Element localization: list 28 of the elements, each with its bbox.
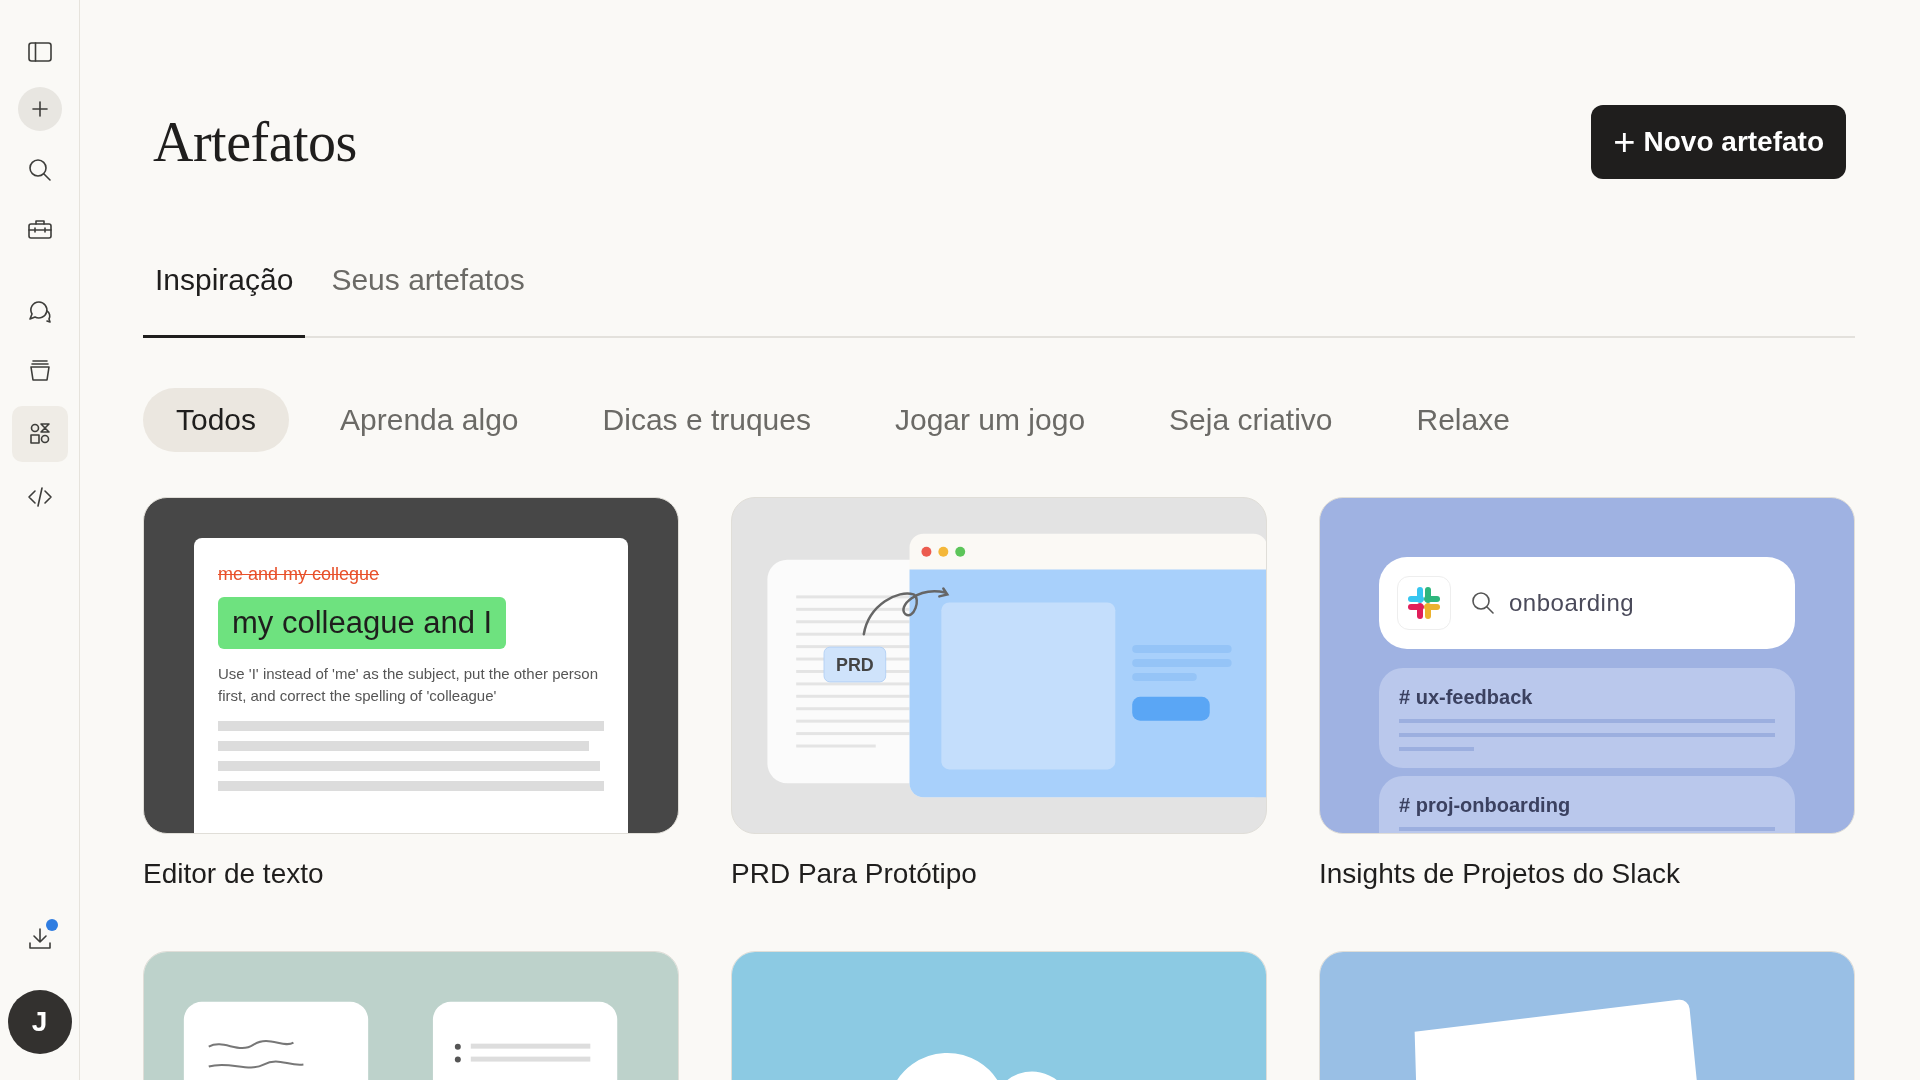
card-title: PRD Para Protótipo xyxy=(731,857,978,891)
channel-name: # proj-onboarding xyxy=(1399,794,1571,817)
filter-chip[interactable]: Jogar um jogo xyxy=(862,388,1119,452)
filter-chip[interactable]: Seja criativo xyxy=(1136,388,1366,452)
artifact-card[interactable]: PRD xyxy=(731,497,1267,834)
search-icon xyxy=(1469,589,1497,617)
channel-name: # ux-feedback xyxy=(1399,686,1533,709)
prd-label: PRD xyxy=(836,654,874,675)
card-title: Editor de texto xyxy=(143,857,325,891)
page-title: Artefatos xyxy=(153,110,357,174)
avatar[interactable]: J xyxy=(7,990,72,1054)
app-logo-icon xyxy=(1397,576,1451,630)
explanation-text: Use 'I' instead of 'me' as the subject, put the other person first, and correct the spelling of 'colleague' xyxy=(218,664,599,706)
card-title: Insights de Projetos do Slack xyxy=(1319,857,1682,891)
artifact-card[interactable]: me and my collegue my colleague and I Use 'I' instead of 'me' as the subject, put the other person first, and correct the spelling of 'colleague' xyxy=(143,497,679,834)
corrected-text: my colleague and I xyxy=(218,597,507,649)
search-query: onboarding xyxy=(1509,589,1635,617)
filter-chip[interactable]: Relaxe xyxy=(1383,388,1543,452)
filter-chip[interactable]: Aprenda algo xyxy=(307,388,552,452)
new-artifact-button[interactable]: + Novo artefato xyxy=(1591,105,1846,179)
artifact-card[interactable]: onboarding # ux-feedback # proj-onboarding xyxy=(1319,497,1855,834)
plus-button[interactable] xyxy=(17,87,62,131)
filter-chip[interactable]: Todos xyxy=(143,388,290,452)
filter-chip[interactable]: Dicas e truques xyxy=(569,388,844,452)
struck-text: me and my collegue xyxy=(218,564,381,585)
tab[interactable]: Inspiração xyxy=(143,241,306,338)
tab[interactable]: Seus artefatos xyxy=(319,241,537,338)
shapes-button[interactable] xyxy=(11,406,68,462)
